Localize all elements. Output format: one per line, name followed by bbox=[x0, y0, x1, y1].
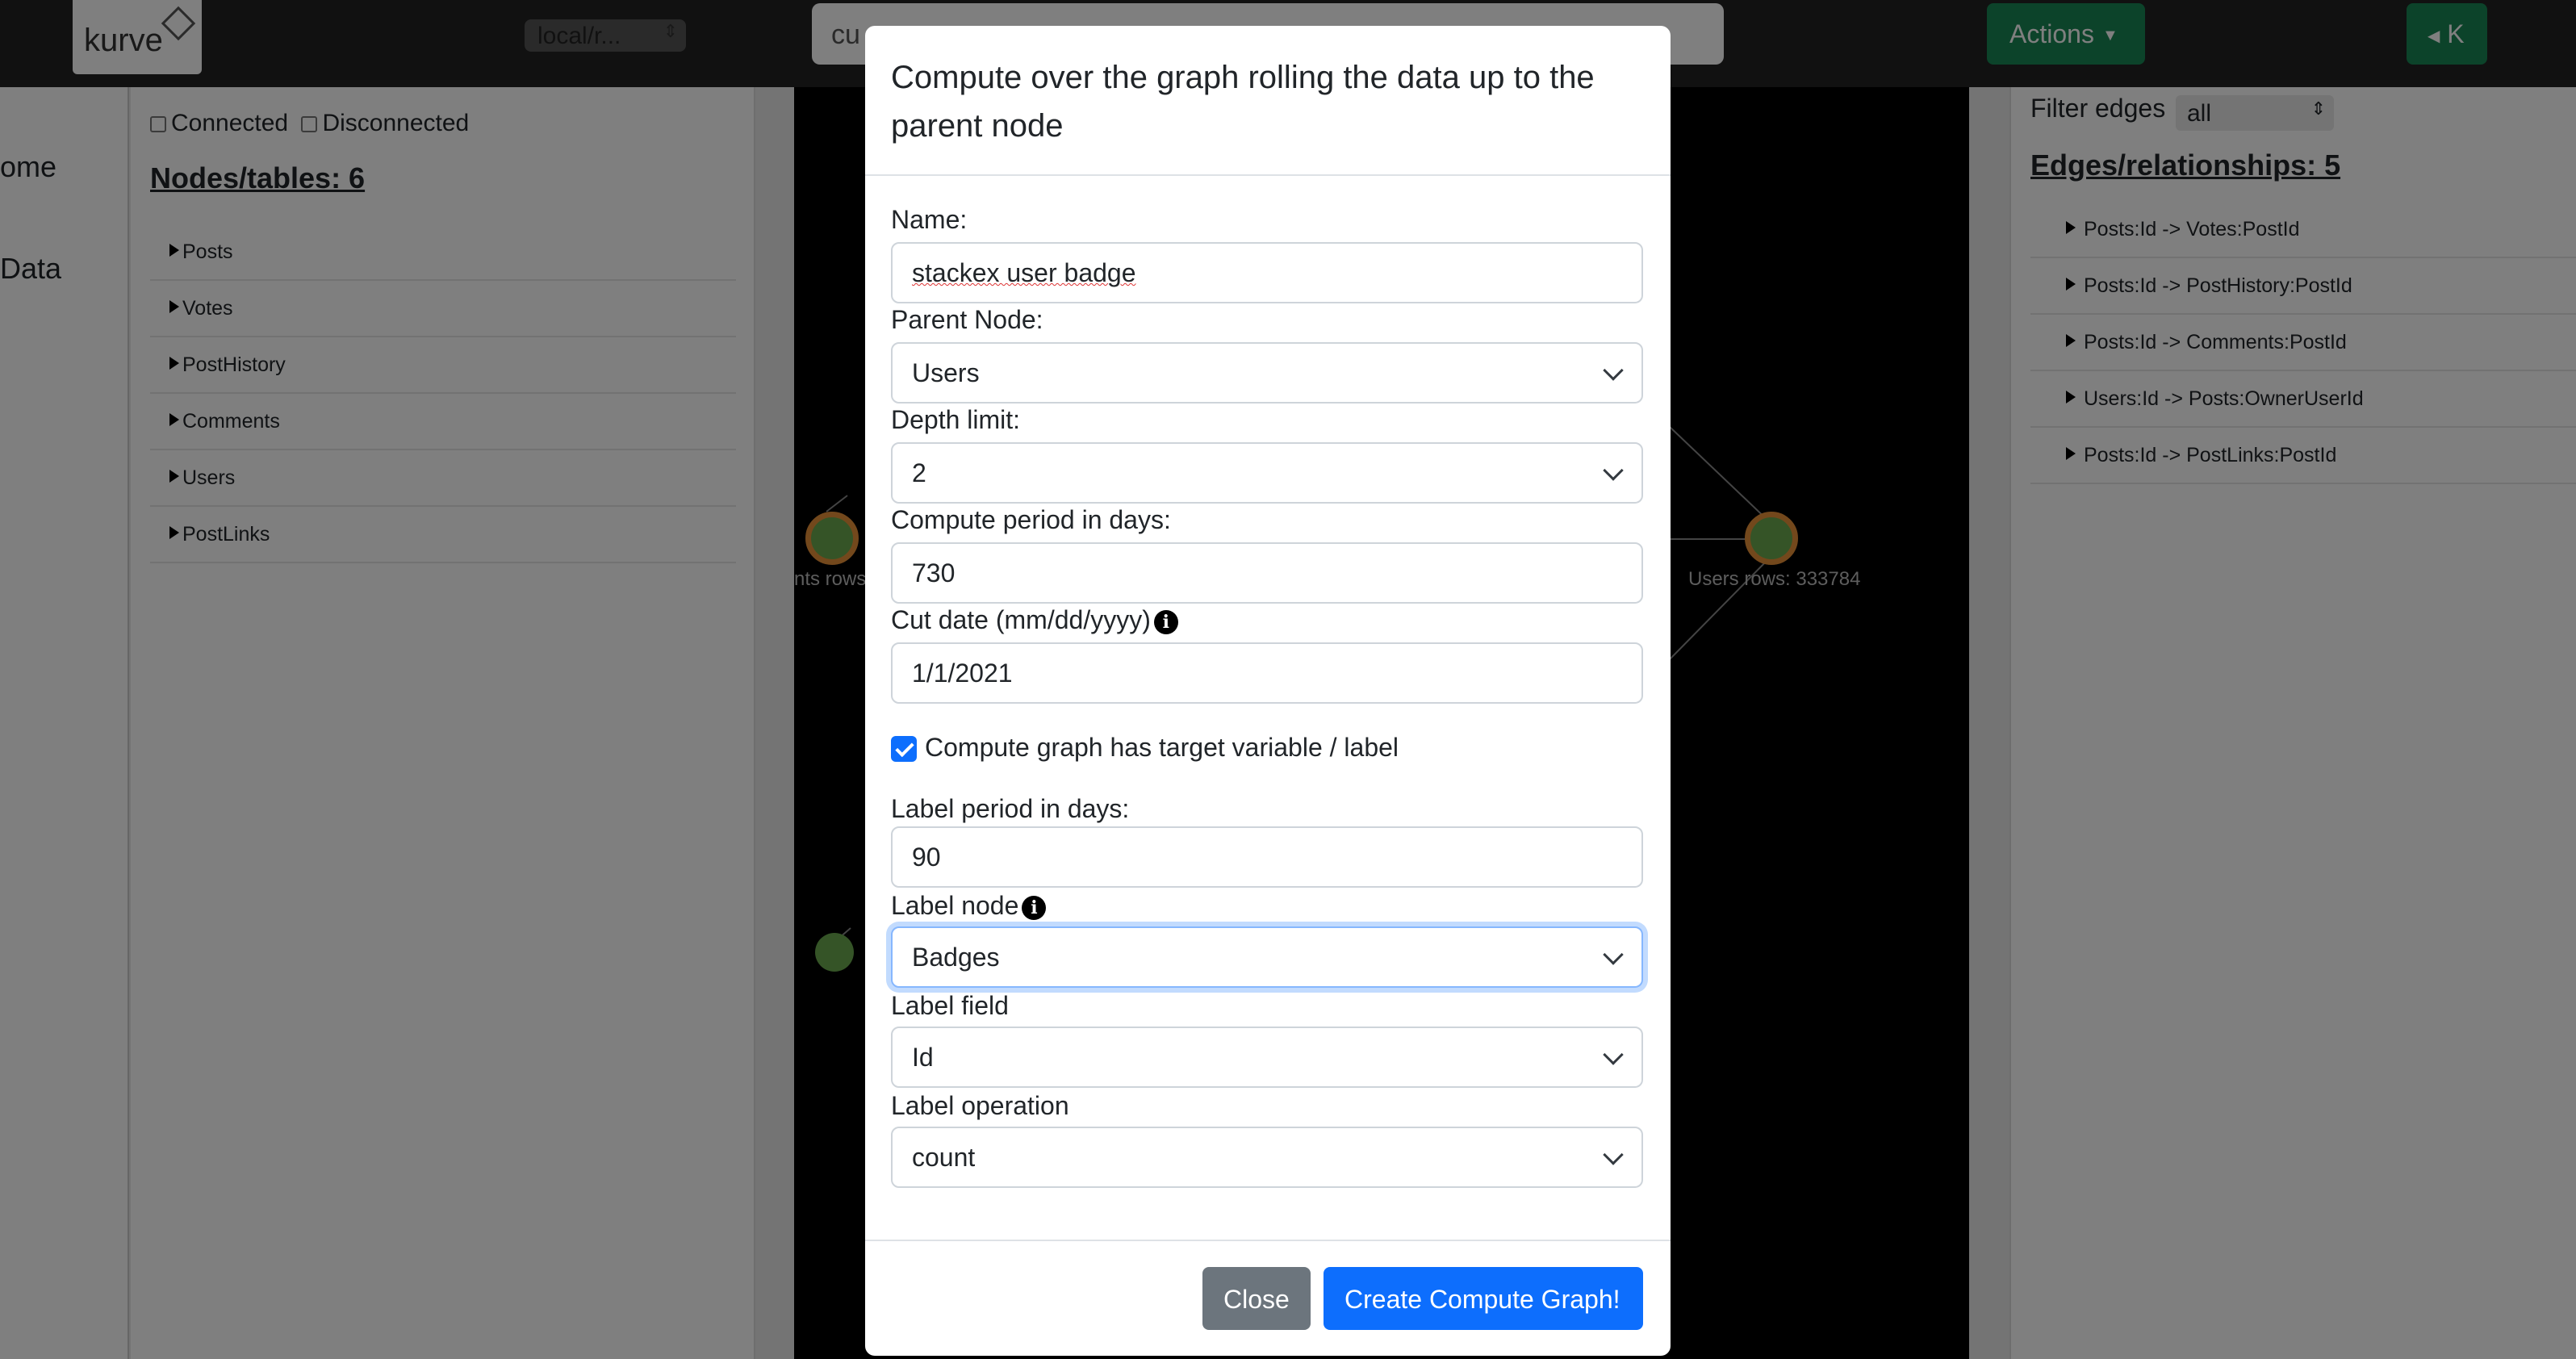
label-field-value: Id bbox=[912, 1043, 934, 1072]
cut-date-label: Cut date (mm/dd/yyyy) bbox=[891, 605, 1151, 634]
chevron-down-icon bbox=[1603, 944, 1624, 965]
chevron-down-icon bbox=[1603, 360, 1624, 381]
label-node-value: Badges bbox=[912, 943, 1000, 972]
cut-date-input[interactable]: 1/1/2021 bbox=[891, 642, 1643, 704]
label-period-value: 90 bbox=[912, 843, 941, 872]
depth-limit-label: Depth limit: bbox=[891, 405, 1021, 434]
modal-header: Compute over the graph rolling the data … bbox=[865, 26, 1671, 176]
name-input[interactable]: stackex user badge bbox=[891, 242, 1643, 303]
has-target-checkbox[interactable] bbox=[891, 736, 917, 762]
modal-footer: Close Create Compute Graph! bbox=[865, 1240, 1671, 1356]
label-operation-select[interactable]: count bbox=[891, 1127, 1643, 1188]
label-operation-label: Label operation bbox=[891, 1091, 1069, 1120]
parent-node-value: Users bbox=[912, 358, 980, 387]
label-field-label: Label field bbox=[891, 991, 1009, 1020]
close-button[interactable]: Close bbox=[1202, 1267, 1311, 1330]
info-icon[interactable]: i bbox=[1022, 895, 1047, 920]
chevron-down-icon bbox=[1603, 460, 1624, 481]
label-period-input[interactable]: 90 bbox=[891, 826, 1643, 888]
parent-node-select[interactable]: Users bbox=[891, 342, 1643, 404]
label-field-select[interactable]: Id bbox=[891, 1027, 1643, 1088]
chevron-down-icon bbox=[1603, 1044, 1624, 1065]
chevron-down-icon bbox=[1603, 1144, 1624, 1165]
name-label: Name: bbox=[891, 205, 968, 234]
label-node-select[interactable]: Badges bbox=[891, 926, 1643, 988]
depth-limit-select[interactable]: 2 bbox=[891, 442, 1643, 504]
compute-period-label: Compute period in days: bbox=[891, 505, 1171, 534]
label-operation-value: count bbox=[912, 1143, 976, 1172]
compute-period-input[interactable]: 730 bbox=[891, 542, 1643, 604]
name-input-value: stackex user badge bbox=[912, 258, 1136, 287]
compute-period-value: 730 bbox=[912, 558, 956, 588]
label-period-label: Label period in days: bbox=[891, 794, 1130, 823]
has-target-label[interactable]: Compute graph has target variable / labe… bbox=[925, 733, 1399, 763]
cut-date-label-row: Cut date (mm/dd/yyyy) i bbox=[891, 605, 1178, 635]
depth-limit-value: 2 bbox=[912, 458, 926, 487]
label-node-label-row: Label node i bbox=[891, 891, 1047, 921]
compute-graph-modal: Compute over the graph rolling the data … bbox=[865, 26, 1671, 1356]
info-icon[interactable]: i bbox=[1153, 609, 1178, 634]
modal-title: Compute over the graph rolling the data … bbox=[891, 60, 1595, 144]
create-compute-graph-button[interactable]: Create Compute Graph! bbox=[1324, 1267, 1643, 1330]
label-node-label: Label node bbox=[891, 891, 1019, 920]
parent-node-label: Parent Node: bbox=[891, 305, 1043, 334]
cut-date-value: 1/1/2021 bbox=[912, 659, 1013, 688]
